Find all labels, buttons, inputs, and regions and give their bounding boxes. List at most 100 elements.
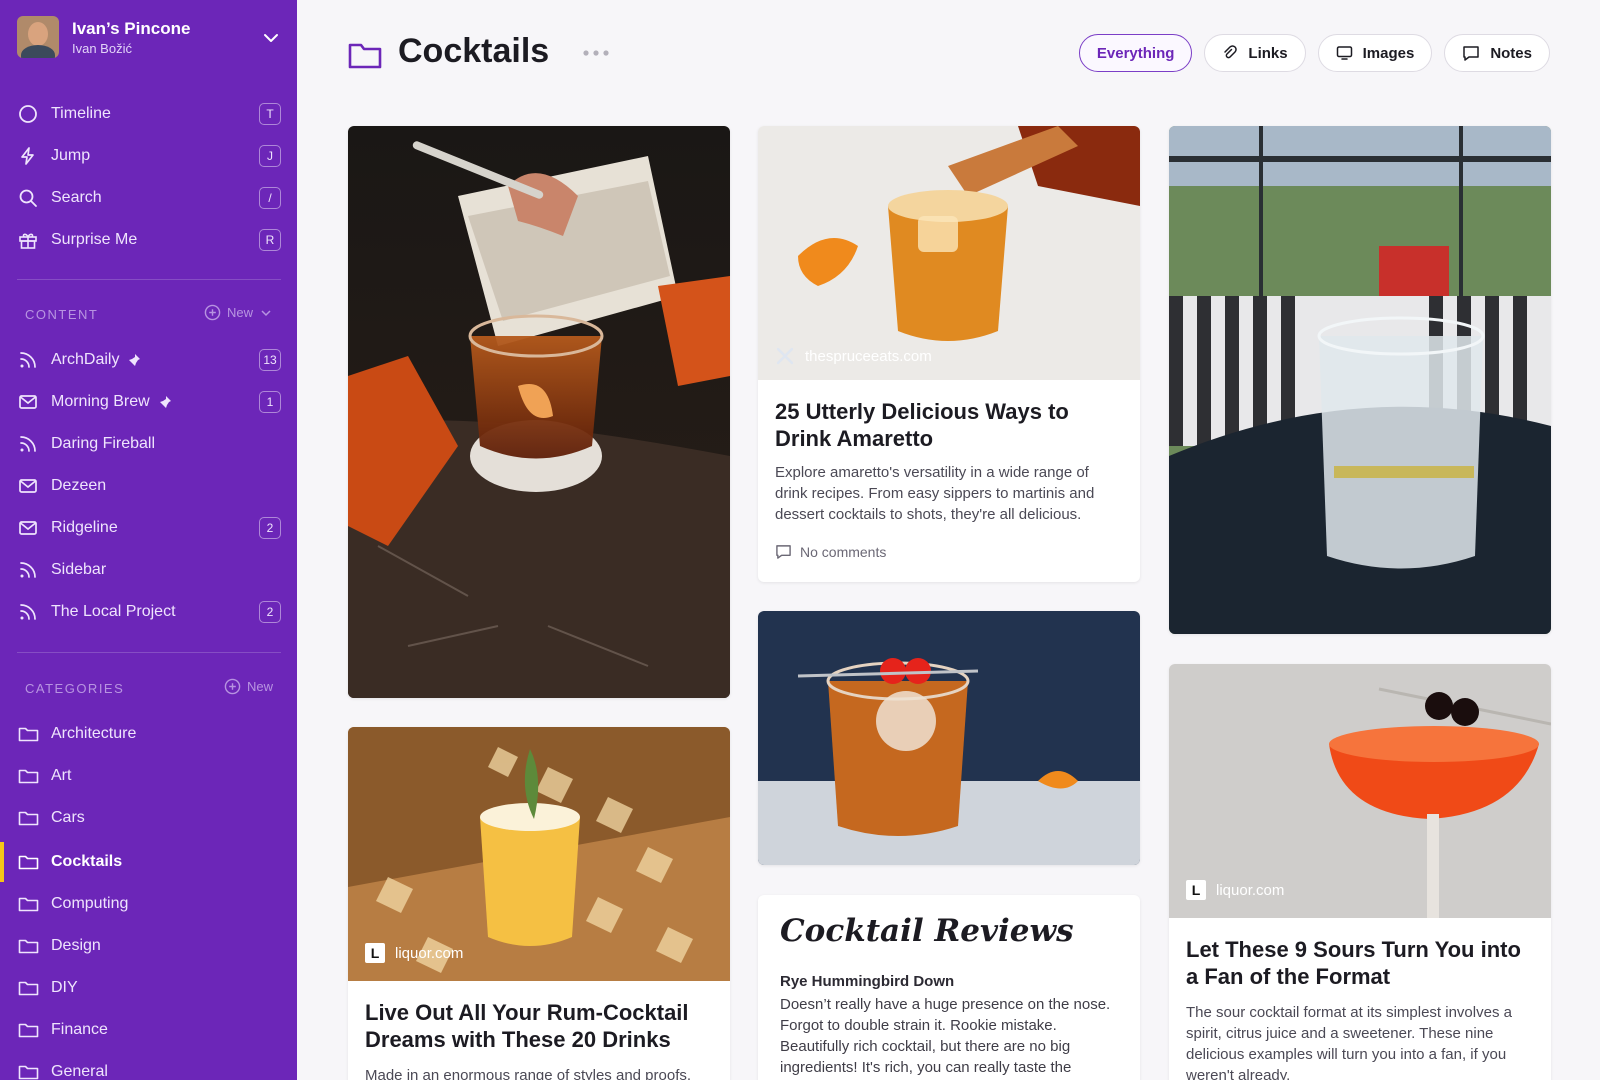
lightning-icon bbox=[17, 145, 39, 167]
nav-timeline[interactable]: Timeline T bbox=[17, 98, 281, 130]
circle-icon bbox=[17, 103, 39, 125]
card-title[interactable]: Live Out All Your Rum-Cocktail Dreams wi… bbox=[365, 999, 713, 1053]
categories-new-button[interactable]: New bbox=[224, 678, 273, 695]
rss-icon bbox=[17, 349, 39, 371]
filter-links[interactable]: Links bbox=[1204, 34, 1306, 72]
card-title[interactable]: 25 Utterly Delicious Ways to Drink Amare… bbox=[775, 398, 1123, 452]
content-label: Daring Fireball bbox=[51, 435, 156, 452]
divider bbox=[17, 652, 281, 653]
nav-jump[interactable]: Jump J bbox=[17, 140, 281, 172]
source-label: L liquor.com bbox=[365, 943, 463, 963]
source-domain: thespruceeats.com bbox=[805, 347, 932, 365]
comments-count: No comments bbox=[800, 544, 887, 560]
pin-icon bbox=[127, 353, 141, 367]
active-category-marker bbox=[0, 842, 4, 882]
image-card-notebook-cocktail[interactable] bbox=[348, 126, 730, 698]
category-architecture[interactable]: Architecture bbox=[17, 718, 281, 750]
note-card-cocktail-reviews[interactable]: Cocktail Reviews Rye Hummingbird Down Do… bbox=[758, 895, 1140, 1080]
folder-icon bbox=[17, 765, 39, 787]
folder-icon bbox=[348, 43, 382, 69]
content-item-dezeen[interactable]: Dezeen bbox=[17, 470, 281, 502]
shortcut-key: / bbox=[259, 187, 281, 209]
content-new-button[interactable]: New bbox=[204, 304, 273, 321]
folder-icon bbox=[17, 893, 39, 915]
category-art[interactable]: Art bbox=[17, 760, 281, 792]
link-card-amaretto[interactable]: thespruceeats.com 25 Utterly Delicious W… bbox=[758, 126, 1140, 582]
content-item-morning-brew[interactable]: Morning Brew 1 bbox=[17, 386, 281, 418]
liquor-logo-icon: L bbox=[365, 943, 385, 963]
card-title[interactable]: Let These 9 Sours Turn You into a Fan of… bbox=[1186, 936, 1534, 990]
category-cars[interactable]: Cars bbox=[17, 802, 281, 834]
nav-surprise-me[interactable]: Surprise Me R bbox=[17, 224, 281, 256]
content-item-sidebar[interactable]: Sidebar bbox=[17, 554, 281, 586]
filter-label: Everything bbox=[1096, 44, 1175, 62]
category-label: Design bbox=[51, 937, 101, 954]
note-title[interactable]: Cocktail Reviews bbox=[780, 913, 1074, 949]
speech-bubble-icon bbox=[776, 545, 791, 559]
plus-circle-icon bbox=[204, 304, 221, 321]
mail-icon bbox=[17, 391, 39, 413]
content-label: Morning Brew bbox=[51, 393, 150, 410]
comments-link[interactable]: No comments bbox=[775, 544, 886, 560]
category-label: Cocktails bbox=[51, 853, 123, 870]
source-domain: liquor.com bbox=[1216, 881, 1285, 899]
more-options-icon[interactable] bbox=[582, 46, 610, 60]
rss-icon bbox=[17, 559, 39, 581]
link-card-rum-cocktails[interactable]: L liquor.com Live Out All Your Rum-Cockt… bbox=[348, 727, 730, 1080]
shortcut-key: R bbox=[259, 229, 281, 251]
category-label: Finance bbox=[51, 1021, 108, 1038]
content-item-ridgeline[interactable]: Ridgeline 2 bbox=[17, 512, 281, 544]
shortcut-key: T bbox=[259, 103, 281, 125]
rss-icon bbox=[17, 601, 39, 623]
content-heading: CONTENT bbox=[25, 306, 99, 322]
cocktail-photo bbox=[1169, 126, 1551, 634]
filter-everything[interactable]: Everything bbox=[1078, 34, 1193, 72]
category-general[interactable]: General bbox=[17, 1056, 281, 1080]
category-computing[interactable]: Computing bbox=[17, 888, 281, 920]
content-label: Dezeen bbox=[51, 477, 107, 494]
folder-icon bbox=[17, 977, 39, 999]
category-finance[interactable]: Finance bbox=[17, 1014, 281, 1046]
filter-notes[interactable]: Notes bbox=[1444, 34, 1550, 72]
account-switcher[interactable]: Ivan’s Pincone Ivan Božić bbox=[17, 16, 281, 60]
note-subtitle: Rye Hummingbird Down bbox=[780, 973, 955, 990]
spoon-fork-icon bbox=[776, 347, 794, 365]
content-item-daring-fireball[interactable]: Daring Fireball bbox=[17, 428, 281, 460]
link-card-sours[interactable]: L liquor.com Let These 9 Sours Turn You … bbox=[1169, 664, 1551, 1080]
source-domain: liquor.com bbox=[395, 944, 464, 962]
monitor-icon bbox=[1336, 46, 1352, 60]
account-name: Ivan’s Pincone bbox=[72, 19, 191, 38]
image-card-old-fashioned[interactable] bbox=[758, 611, 1140, 865]
chevron-down-icon[interactable] bbox=[259, 306, 273, 320]
categories-section-header: CATEGORIES New bbox=[25, 678, 273, 698]
source-label: L liquor.com bbox=[1186, 880, 1284, 900]
source-label: thespruceeats.com bbox=[775, 346, 932, 366]
link-icon bbox=[1224, 45, 1238, 59]
category-label: Computing bbox=[51, 895, 129, 912]
category-cocktails[interactable]: Cocktails bbox=[17, 846, 281, 878]
account-user: Ivan Božić bbox=[72, 41, 132, 56]
category-label: Architecture bbox=[51, 725, 137, 742]
nav-search[interactable]: Search / bbox=[17, 182, 281, 214]
category-design[interactable]: Design bbox=[17, 930, 281, 962]
category-label: General bbox=[51, 1063, 108, 1080]
image-card-patio-glass[interactable] bbox=[1169, 126, 1551, 634]
chevron-down-icon[interactable] bbox=[261, 28, 281, 48]
content-item-the-local-project[interactable]: The Local Project 2 bbox=[17, 596, 281, 628]
categories-heading: CATEGORIES bbox=[25, 680, 125, 696]
card-description: Made in an enormous range of styles and … bbox=[365, 1067, 692, 1080]
nav-label: Search bbox=[51, 189, 102, 206]
page-title: Cocktails bbox=[398, 32, 550, 70]
content-section-header: CONTENT New bbox=[25, 304, 273, 324]
content-label: The Local Project bbox=[51, 603, 176, 620]
pin-icon bbox=[158, 395, 172, 409]
category-diy[interactable]: DIY bbox=[17, 972, 281, 1004]
unread-count: 2 bbox=[259, 517, 281, 539]
filter-images[interactable]: Images bbox=[1317, 34, 1433, 72]
search-icon bbox=[17, 187, 39, 209]
folder-icon bbox=[17, 851, 39, 873]
cocktail-photo bbox=[348, 126, 730, 698]
new-label: New bbox=[246, 679, 273, 694]
mail-icon bbox=[17, 517, 39, 539]
content-item-archdaily[interactable]: ArchDaily 13 bbox=[17, 344, 281, 376]
